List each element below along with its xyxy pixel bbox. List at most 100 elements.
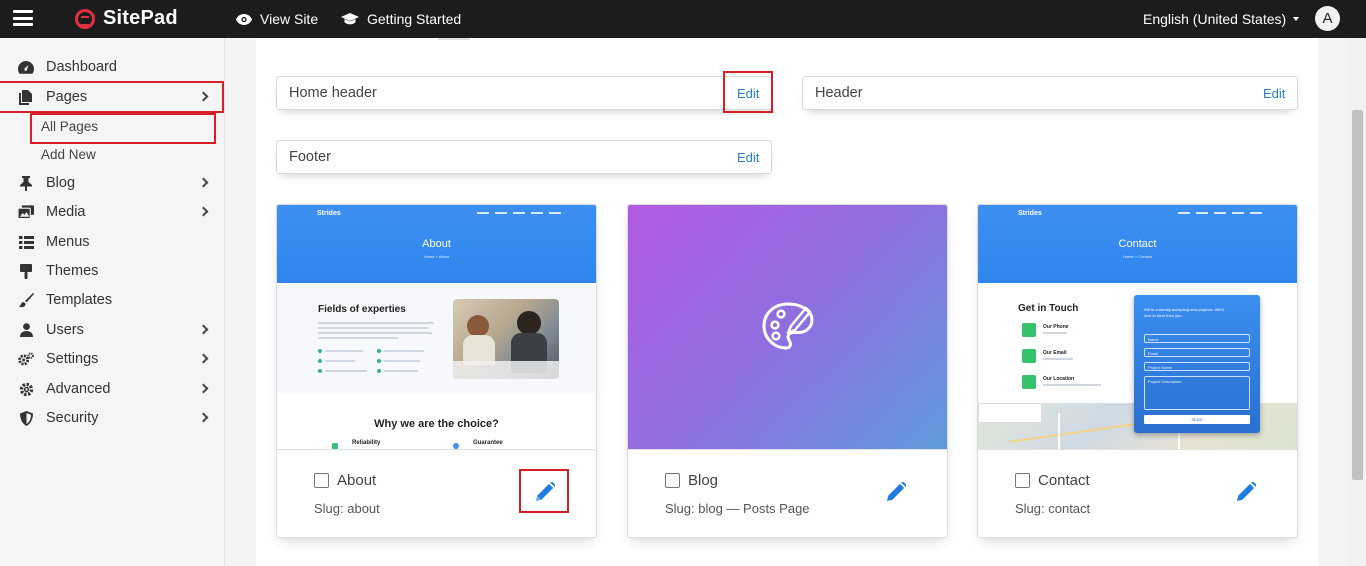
sidebar-item-label: Dashboard [46, 59, 117, 75]
top-bar: SitePad View Site Getting Started Englis… [0, 0, 1366, 38]
header-edit-link[interactable]: Edit [1263, 86, 1285, 101]
sidebar-item-label: Themes [46, 263, 99, 279]
sidebar-item-security[interactable]: Security [0, 404, 222, 432]
thumb-text-line [318, 322, 434, 324]
chevron-right-icon [198, 177, 209, 188]
header-region: Header Edit [802, 76, 1298, 110]
select-checkbox[interactable] [665, 473, 680, 488]
getting-started-link[interactable]: Getting Started [341, 0, 461, 38]
graduation-cap-icon [341, 13, 359, 25]
sidebar-item-label: Pages [46, 89, 88, 105]
thumb-breadcrumb: Home > About [423, 254, 450, 259]
sidebar-item-pages[interactable]: Pages [0, 81, 224, 113]
region-label: Footer [289, 149, 331, 165]
region-label: Header [815, 85, 863, 101]
thumb-section-title: Get in Touch [1018, 303, 1079, 314]
shield-icon [18, 410, 34, 426]
gear-icon [18, 382, 34, 396]
brush-icon [18, 263, 34, 279]
home-header-region: Home header Edit [276, 71, 773, 113]
chevron-right-icon [198, 353, 209, 364]
thumb-text-line [325, 360, 355, 362]
thumb-dot [318, 349, 322, 353]
thumb-menu [1178, 212, 1262, 214]
scrollbar-track[interactable] [1349, 38, 1366, 566]
footer-edit-link[interactable]: Edit [737, 150, 759, 165]
thumb-text-line [384, 360, 420, 362]
page-slug: Slug: about [314, 501, 380, 516]
thumb-email-icon [1022, 349, 1036, 363]
thumb-hero: Strides Contact Home > Contact [978, 205, 1297, 283]
thumb-phone-icon [1022, 323, 1036, 337]
menu-list-icon [18, 235, 34, 249]
sidebar-item-templates[interactable]: Templates [0, 286, 222, 314]
sidebar-item-users[interactable]: Users [0, 316, 222, 344]
chevron-down-icon [1293, 17, 1300, 21]
page-title: Blog [688, 472, 719, 489]
thumb-item-label: Our Location [1043, 376, 1075, 382]
sidebar-item-label: Menus [46, 234, 90, 250]
page-card-footer: About Slug: about [277, 449, 596, 537]
sitepad-logo[interactable]: SitePad [75, 7, 178, 30]
thumb-heading: Contact [1118, 238, 1157, 250]
sidebar-subitem-add-new[interactable]: Add New [41, 147, 96, 162]
page-slug: Slug: contact [1015, 501, 1091, 516]
pencil-icon[interactable] [1235, 480, 1257, 502]
page-card-about: Strides About Home > About Fields of exp… [276, 204, 597, 538]
language-selector[interactable]: English (United States) [1143, 0, 1300, 38]
thumb-hero: Strides About Home > About [277, 205, 596, 283]
thumb-dot [377, 359, 381, 363]
gears-icon [18, 352, 34, 366]
sidebar-item-label: Security [46, 410, 99, 426]
hamburger-menu-icon[interactable] [13, 10, 33, 26]
thumb-dot [377, 369, 381, 373]
chevron-right-icon [198, 206, 209, 217]
select-checkbox[interactable] [1015, 473, 1030, 488]
sidebar-item-dashboard[interactable]: Dashboard [0, 53, 222, 81]
sidebar-item-label: Users [46, 322, 84, 338]
home-header-edit-link[interactable]: Edit [737, 86, 759, 101]
sidebar-item-themes[interactable]: Themes [0, 257, 222, 285]
view-site-link[interactable]: View Site [236, 0, 318, 38]
language-label: English (United States) [1143, 11, 1287, 27]
scrollbar-thumb[interactable] [1352, 110, 1363, 480]
thumb-breadcrumb: Home > Contact [1122, 254, 1152, 259]
tab-indicator [438, 38, 470, 40]
thumb-menu [477, 212, 561, 214]
paintbrush-icon [18, 292, 34, 307]
sidebar-item-media[interactable]: Media [0, 198, 222, 226]
sidebar-item-advanced[interactable]: Advanced [0, 375, 222, 403]
thumb-body: Get in Touch Our Phone Our Email Our Loc… [978, 283, 1297, 449]
thumb-brand: Strides [1018, 210, 1042, 217]
thumb-dot [318, 369, 322, 373]
chevron-right-icon [198, 412, 209, 423]
sidebar-item-blog[interactable]: Blog [0, 169, 222, 197]
pin-icon [18, 175, 34, 191]
thumb-item-label: Our Phone [1043, 324, 1069, 330]
getting-started-label: Getting Started [367, 11, 462, 27]
page-title: Contact [1038, 472, 1090, 489]
page-thumbnail-about[interactable]: Strides About Home > About Fields of exp… [277, 205, 596, 449]
user-avatar[interactable]: A [1315, 6, 1340, 31]
chevron-right-icon [198, 91, 209, 102]
page-title: About [337, 472, 377, 489]
page-thumbnail-blog[interactable] [628, 205, 947, 449]
page-card-footer: Blog Slug: blog — Posts Page [628, 449, 947, 537]
thumb-text-line [325, 350, 363, 352]
pencil-icon[interactable] [885, 480, 907, 502]
page-card-blog: Blog Slug: blog — Posts Page [627, 204, 948, 538]
select-checkbox[interactable] [314, 473, 329, 488]
sidebar-item-settings[interactable]: Settings [0, 345, 222, 373]
page-card-footer: Contact Slug: contact [978, 449, 1297, 537]
thumb-form-title: We're currently accepting new projects. … [1144, 307, 1224, 318]
sidebar-item-label: Advanced [46, 381, 111, 397]
sidebar-subitem-all-pages[interactable]: All Pages [30, 113, 216, 144]
thumb-text-line [318, 327, 428, 329]
thumb-field: Project Name [1144, 362, 1250, 371]
sidebar: Dashboard Pages All Pages Add New Blog M… [0, 38, 225, 566]
thumb-dot [318, 359, 322, 363]
eye-icon [236, 13, 252, 25]
sidebar-item-menus[interactable]: Menus [0, 228, 222, 256]
pencil-icon[interactable] [534, 480, 556, 502]
page-thumbnail-contact[interactable]: Strides Contact Home > Contact Get in To… [978, 205, 1297, 449]
